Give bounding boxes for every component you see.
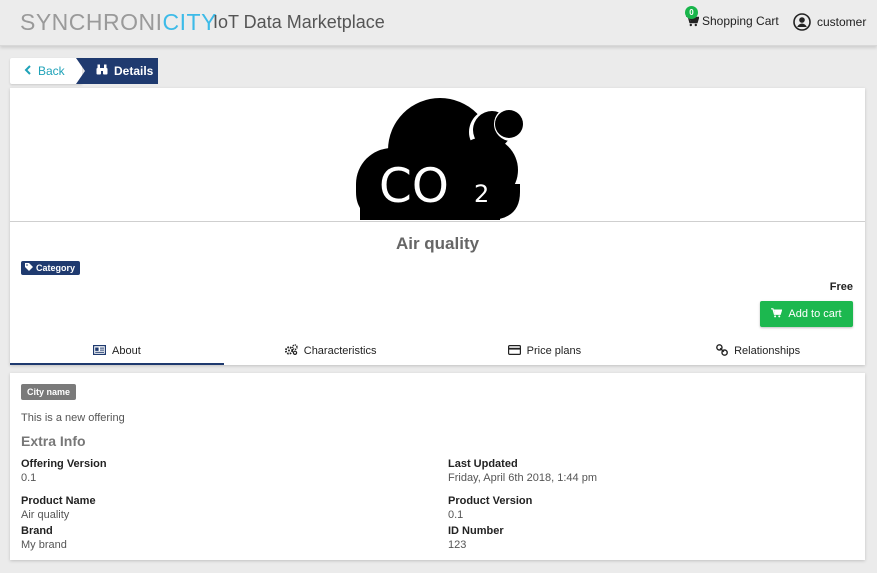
field-value: My brand	[21, 539, 67, 551]
link-icon	[716, 343, 728, 359]
field-value: 0.1	[21, 472, 37, 484]
cart-icon: 0	[685, 6, 700, 27]
credit-card-icon	[507, 344, 521, 358]
product-card: CO 2 Air quality Category Free Add to ca…	[10, 88, 865, 365]
category-badge[interactable]: Category	[21, 261, 81, 275]
tab-relationships[interactable]: Relationships	[651, 337, 865, 365]
field-label: ID Number	[448, 525, 504, 537]
field-value: 0.1	[448, 509, 464, 521]
add-to-cart-button[interactable]: Add to cart	[760, 301, 853, 327]
synchronicity-logo[interactable]: SYNCHRONICITY	[20, 9, 217, 36]
product-version-field: Product Version 0.1	[448, 495, 532, 521]
field-label: Brand	[21, 525, 53, 537]
product-image: CO 2	[10, 88, 865, 222]
user-menu[interactable]: customer	[793, 13, 866, 31]
brand-field: Brand My brand	[21, 525, 67, 551]
gears-icon	[284, 344, 298, 358]
field-value: 123	[448, 539, 467, 551]
user-label: customer	[817, 15, 867, 29]
top-bar: SYNCHRONICITY IoT Data Marketplace 0 Sho…	[0, 0, 877, 46]
field-label: Offering Version	[21, 458, 107, 470]
cart-icon	[771, 307, 783, 321]
id-card-icon	[93, 344, 107, 358]
app-title: IoT Data Marketplace	[213, 12, 385, 32]
co2-image-text: CO	[379, 159, 449, 214]
about-panel: City name This is a new offering Extra I…	[10, 373, 865, 560]
chevron-left-icon	[24, 64, 32, 78]
shopping-cart-button[interactable]: 0 Shopping Cart	[685, 6, 779, 28]
cart-label: Shopping Cart	[702, 14, 779, 28]
back-label: Back	[38, 64, 65, 78]
offering-description: This is a new offering	[21, 412, 125, 424]
tab-characteristics-label: Characteristics	[303, 345, 377, 357]
back-button[interactable]: Back	[10, 58, 82, 84]
cart-count-badge: 0	[685, 6, 698, 19]
city-name-badge: City name	[21, 384, 77, 400]
details-breadcrumb: Details	[76, 58, 158, 84]
tab-characteristics[interactable]: Characteristics	[224, 337, 438, 365]
tab-relationships-label: Relationships	[734, 345, 801, 357]
details-label: Details	[114, 64, 154, 78]
field-label: Product Name	[21, 495, 96, 507]
binoculars-icon	[96, 64, 108, 78]
product-title: Air quality	[395, 234, 480, 253]
offering-version-field: Offering Version 0.1	[21, 458, 107, 484]
last-updated-field: Last Updated Friday, April 6th 2018, 1:4…	[448, 458, 597, 484]
tag-icon	[25, 263, 33, 273]
price-label: Free	[829, 281, 853, 293]
co2-image-subscript: 2	[474, 180, 489, 208]
extra-info-heading: Extra Info	[21, 433, 86, 449]
field-label: Last Updated	[448, 458, 518, 470]
category-label: Category	[36, 263, 76, 273]
field-value: Air quality	[21, 509, 70, 521]
tab-price-plans[interactable]: Price plans	[438, 337, 652, 365]
field-label: Product Version	[448, 495, 533, 507]
tab-price-plans-label: Price plans	[526, 345, 582, 357]
id-number-field: ID Number 123	[448, 525, 504, 551]
product-name-field: Product Name Air quality	[21, 495, 96, 521]
tab-about[interactable]: About	[10, 337, 224, 365]
product-tabs: About Characteristics Price plans Relati…	[10, 337, 865, 365]
tab-about-label: About	[112, 345, 141, 357]
field-value: Friday, April 6th 2018, 1:44 pm	[448, 472, 597, 484]
breadcrumb: Back Details	[10, 58, 158, 84]
user-circle-icon	[793, 13, 811, 31]
add-to-cart-label: Add to cart	[788, 308, 842, 320]
